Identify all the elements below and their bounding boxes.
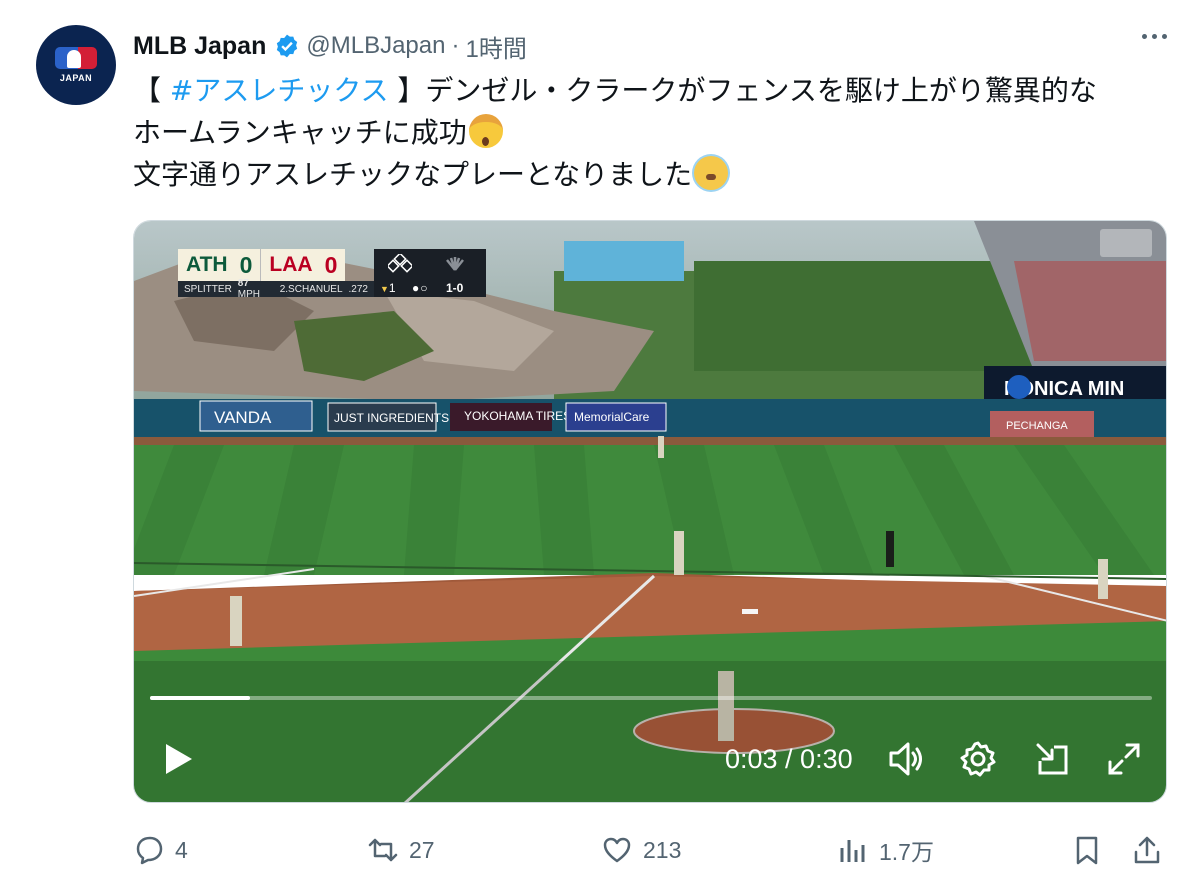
ad-just-ingredients: JUST INGREDIENTS [334,411,449,425]
home-score: 0 [324,251,338,278]
tweet-actions: 4 27 213 1.7万 [133,828,1173,872]
bracket-open: 【 [133,74,170,107]
fullscreen-icon[interactable] [1104,739,1144,779]
network-logo-icon [446,257,464,271]
tweet-header: MLB Japan @MLBJapan · 1時間 [133,28,527,64]
cold-face-emoji-icon [694,156,729,190]
retweet-count: 27 [409,836,435,863]
away-team-name: ATH [186,253,228,276]
game-state: ▼1 ●○ 1-0 [374,249,486,297]
away-score: 0 [239,251,253,278]
ad-memorialcare: MemorialCare [574,410,650,424]
batter-avg: .272 [348,283,368,295]
bookmark-icon [1076,836,1098,865]
video-progress-fill [150,696,251,700]
display-name[interactable]: MLB Japan [133,32,266,61]
reply-button[interactable]: 4 [133,828,188,872]
home-team: LAA 0 [260,249,346,281]
pip-icon[interactable] [1032,739,1072,779]
mlb-watermark-icon [1100,229,1152,257]
tweet-line-2-text: ホームランキャッチに成功 [133,116,467,149]
more-icon[interactable] [1142,34,1167,39]
settings-icon[interactable] [958,739,998,779]
tweet-line-3-text: 文字通りアスレチックなプレーとなりました [133,158,693,191]
outs: ●○ [412,281,429,295]
tweet-line-2: ホームランキャッチに成功 [133,112,1173,154]
share-button[interactable] [1131,828,1173,872]
hashtag-link[interactable]: #アスレチックス [170,74,389,107]
views-count: 1.7万 [879,839,934,865]
video-frame: KONICA MIN VANDA JUST INGREDIENTS YOKOHA… [134,221,1166,802]
ad-vanda: VANDA [214,408,272,427]
ad-pechanga: PECHANGA [1006,420,1068,432]
tweet-line-3: 文字通りアスレチックなプレーとなりました [133,154,1173,196]
batter-name: 2.SCHANUEL [279,283,343,295]
retweet-button[interactable]: 27 [367,828,435,872]
reply-count: 4 [175,836,188,863]
away-team: ATH 0 [178,249,261,281]
exploding-head-emoji-icon [468,114,503,148]
avatar-label: JAPAN [59,73,93,83]
views-icon [840,840,865,862]
retweet-icon [368,838,398,862]
bookmark-button[interactable] [1071,828,1113,872]
handle[interactable]: @MLBJapan [306,32,445,60]
home-team-name: LAA [269,253,313,276]
video-player[interactable]: KONICA MIN VANDA JUST INGREDIENTS YOKOHA… [133,220,1167,803]
ad-yokohama: YOKOHAMA TIRES [464,409,571,423]
bases-icon [388,254,412,273]
verified-badge-icon [277,34,298,58]
like-button[interactable]: 213 [601,828,681,872]
like-count: 213 [643,836,682,863]
mlb-logo-icon [55,47,97,69]
pitch-type: SPLITTER [184,283,232,295]
tweet-text: 【 #アスレチックス 】デンゼル・クラークがフェンスを駆け上がり驚異的な ホーム… [133,70,1173,196]
tweet-line-1-rest: 】デンゼル・クラークがフェンスを駆け上がり驚異的な [388,74,1097,107]
separator-dot: · [451,32,460,59]
heart-icon [603,837,631,863]
timestamp[interactable]: 1時間 [465,29,526,64]
volume-icon[interactable] [886,739,926,779]
reply-icon [136,836,163,865]
inning: ▼1 [380,281,396,295]
ball-strike-count: 1-0 [446,281,464,295]
play-icon[interactable] [160,741,196,777]
scorebug: ATH 0 LAA 0 SPLITTER 87 MPH 2.SCHANUEL .… [178,249,486,300]
pitch-speed: 87 MPH [237,278,261,300]
video-timecode: 0:03 / 0:30 [725,744,853,774]
avatar[interactable]: JAPAN [36,25,116,105]
pitch-info: SPLITTER 87 MPH 2.SCHANUEL .272 [178,278,374,300]
video-controls: 0:03 / 0:30 [134,731,1166,781]
share-icon [1134,836,1160,864]
views-button[interactable]: 1.7万 [837,828,934,872]
video-progress-bar[interactable] [150,696,1152,700]
tweet-line-1: 【 #アスレチックス 】デンゼル・クラークがフェンスを駆け上がり驚異的な [133,70,1173,112]
